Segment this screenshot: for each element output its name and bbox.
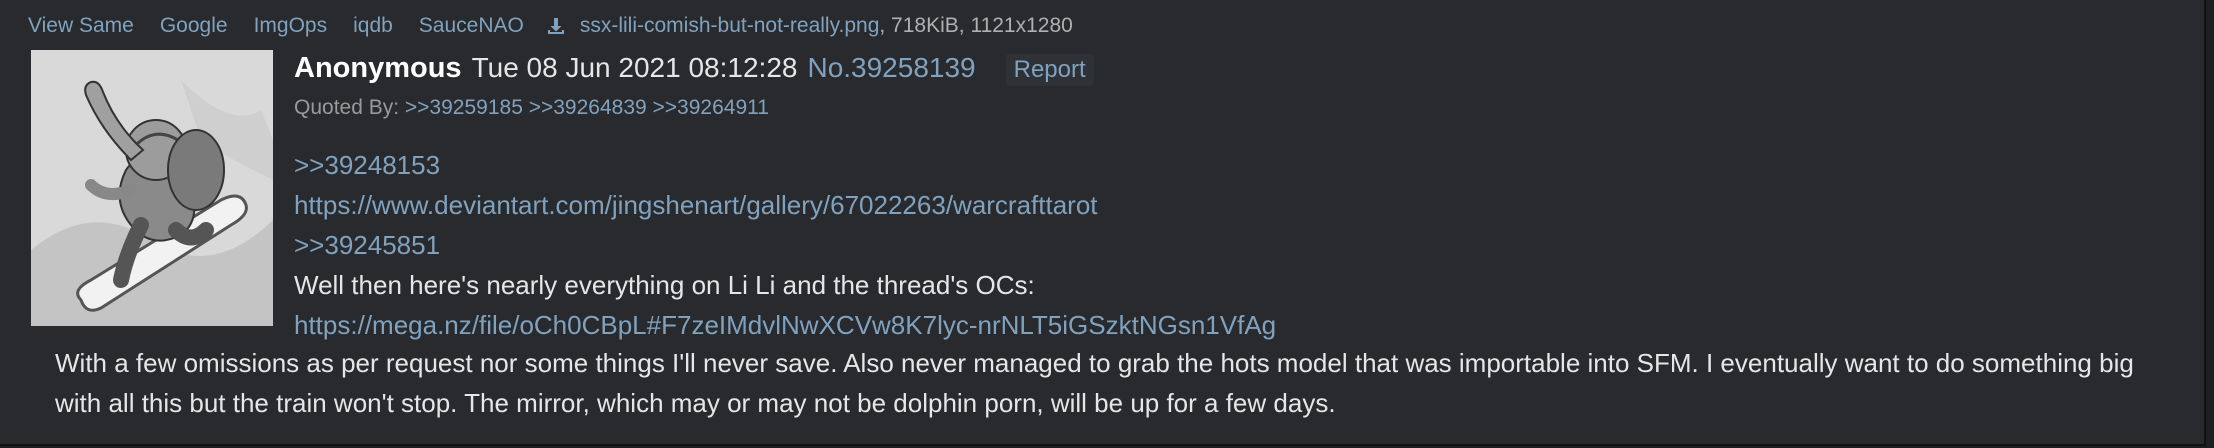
quote-link[interactable]: >>39245851 (294, 225, 1276, 265)
imgops-button[interactable]: ImgOps (254, 14, 328, 38)
quoted-by-link[interactable]: >>39264911 (653, 96, 769, 119)
post-container: View Same Google ImgOps iqdb SauceNAO ss… (0, 0, 2206, 446)
post-header: Anonymous Tue 08 Jun 2021 08:12:28 No.39… (294, 52, 1094, 92)
quoted-by: Quoted By: >>39259185 >>39264839 >>39264… (294, 96, 769, 120)
view-same-button[interactable]: View Same (28, 14, 134, 38)
post-date: Tue 08 Jun 2021 08:12:28 (471, 52, 798, 83)
download-icon[interactable] (546, 16, 566, 36)
saucenao-button[interactable]: SauceNAO (419, 14, 524, 38)
poster-name: Anonymous (294, 52, 462, 84)
file-name-link[interactable]: ssx-lili-comish-but-not-really.png (580, 14, 880, 38)
post-body: >>39248153 https://www.deviantart.com/ji… (294, 145, 1276, 345)
post-paragraph: With a few omissions as per request nor … (55, 348, 2134, 418)
quote-link[interactable]: >>39248153 (294, 145, 1276, 185)
iqdb-button[interactable]: iqdb (353, 14, 393, 38)
report-button[interactable]: Report (1005, 54, 1094, 86)
file-meta: , 718KiB, 1121x1280 (879, 14, 1073, 37)
post-text-line: Well then here's nearly everything on Li… (294, 270, 1035, 300)
thumbnail-image[interactable] (31, 50, 273, 326)
deviantart-link[interactable]: https://www.deviantart.com/jingshenart/g… (294, 185, 1276, 225)
mega-link[interactable]: https://mega.nz/file/oCh0CBpL#F7zeIMdvlN… (294, 305, 1276, 345)
google-button[interactable]: Google (160, 14, 228, 38)
post-number-link[interactable]: No.39258139 (807, 52, 975, 84)
quoted-by-label: Quoted By: (294, 96, 400, 119)
quoted-by-link[interactable]: >>39264839 (529, 96, 647, 119)
quoted-by-link[interactable]: >>39259185 (405, 96, 523, 119)
file-info-bar: View Same Google ImgOps iqdb SauceNAO ss… (28, 8, 1073, 44)
